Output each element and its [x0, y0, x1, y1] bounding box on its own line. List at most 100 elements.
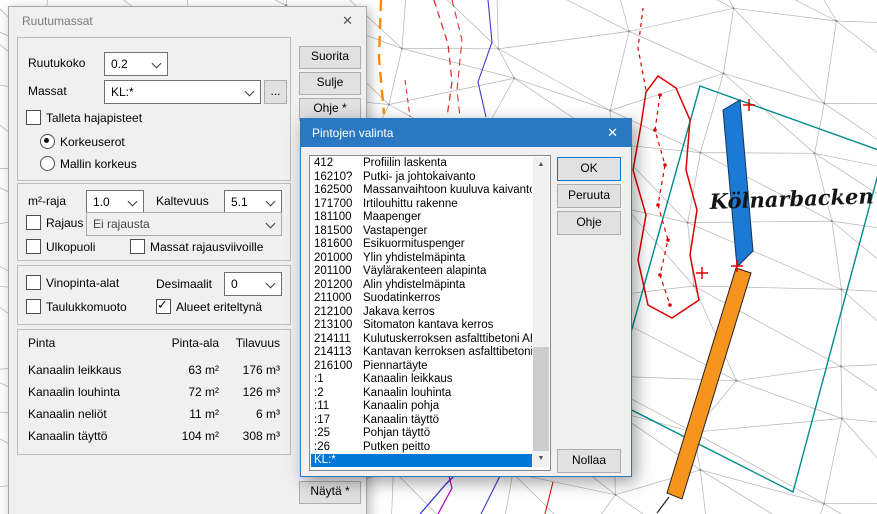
- table-cell: 308 m³: [243, 429, 280, 443]
- list-item-name: Alin yhdistelmäpinta: [363, 279, 465, 291]
- list-item[interactable]: 214113Kantavan kerroksen asfalttibetoni: [311, 346, 532, 360]
- list-item[interactable]: 181500Vastapenger: [311, 225, 532, 239]
- list-item-code: 212100: [314, 306, 363, 320]
- list-item-name: Kanaalin louhinta: [363, 387, 451, 399]
- list-item[interactable]: 201100Väylärakenteen alapinta: [311, 265, 532, 279]
- table-cell: 63 m²: [188, 363, 219, 377]
- kaltevuus-select[interactable]: 5.1: [224, 190, 282, 214]
- radio-label: Mallin korkeus: [60, 157, 137, 171]
- list-item[interactable]: KL:*: [311, 454, 532, 467]
- massat-select[interactable]: KL:*: [104, 80, 261, 104]
- list-item[interactable]: 212100Jakava kerros: [311, 306, 532, 320]
- scrollbar-thumb[interactable]: [533, 347, 549, 451]
- m2raja-select[interactable]: 1.0: [86, 190, 144, 214]
- list-item-name: Vastapenger: [363, 225, 427, 237]
- list-item-name: Esikuormituspenger: [363, 238, 465, 250]
- list-item-code: :26: [314, 441, 363, 455]
- kaltevuus-label: Kaltevuus: [156, 194, 209, 208]
- nayta-button[interactable]: Näytä *: [299, 481, 361, 504]
- vinopinta-alat-checkbox[interactable]: Vinopinta-alat: [26, 275, 119, 290]
- close-icon[interactable]: ✕: [607, 125, 618, 141]
- chevron-down-icon: [266, 197, 276, 207]
- list-item[interactable]: :17Kanaalin täyttö: [311, 414, 532, 428]
- rajaus-checkbox[interactable]: Rajaus: [26, 215, 83, 230]
- list-item[interactable]: 181600Esikuormituspenger: [311, 238, 532, 252]
- list-item[interactable]: 214111Kulutuskerroksen asfalttibetoni AB: [311, 333, 532, 347]
- ruutukoko-select[interactable]: 0.2: [104, 52, 168, 76]
- list-item[interactable]: 201200Alin yhdistelmäpinta: [311, 279, 532, 293]
- peruuta-button[interactable]: Peruuta: [557, 184, 621, 208]
- table-row: Kanaalin neliöt11 m²6 m³: [18, 404, 290, 426]
- list-item[interactable]: 216100Piennartäyte: [311, 360, 532, 374]
- list-item-code: 213100: [314, 319, 363, 333]
- list-item-name: Kantavan kerroksen asfalttibetoni: [363, 346, 532, 358]
- checkbox-label: Alueet eriteltynä: [176, 300, 262, 314]
- korkeuserot-radio[interactable]: Korkeuserot: [40, 134, 125, 149]
- red-centerline-nodes: [653, 93, 672, 307]
- list-item[interactable]: :1Kanaalin leikkaus: [311, 373, 532, 387]
- dialog-title: Pintojen valinta: [312, 126, 393, 140]
- list-item[interactable]: 201000Ylin yhdistelmäpinta: [311, 252, 532, 266]
- ulkopuoli-checkbox[interactable]: Ulkopuoli: [26, 239, 95, 254]
- list-item[interactable]: 162500Massanvaihtoon kuuluva kaivanto: [311, 184, 532, 198]
- desimaalit-value: 0: [231, 277, 238, 291]
- surface-listbox[interactable]: 412Profiilin laskenta16210?Putki- ja joh…: [309, 155, 551, 471]
- table-cell: Kanaalin neliöt: [28, 407, 107, 421]
- list-item[interactable]: 211000Suodatinkerros: [311, 292, 532, 306]
- talleta-hajapisteet-checkbox[interactable]: Talleta hajapisteet: [26, 110, 142, 125]
- checkbox-box: [26, 275, 41, 290]
- checkbox-label: Ulkopuoli: [46, 240, 95, 254]
- orange-dashed-line: [379, 0, 384, 114]
- list-item[interactable]: 181100Maapenger: [311, 211, 532, 225]
- radio-circle: [40, 134, 55, 149]
- list-item-name: Kanaalin leikkaus: [363, 373, 453, 385]
- pintojen-valinta-titlebar[interactable]: Pintojen valinta ✕: [301, 119, 631, 147]
- scroll-down-icon[interactable]: ▼: [533, 451, 549, 467]
- list-item[interactable]: :26Putken peitto: [311, 441, 532, 455]
- table-header: Pinta Pinta-ala Tilavuus: [18, 336, 290, 354]
- list-item[interactable]: 171700Irtilouhittu rakenne: [311, 198, 532, 212]
- table-row: Kanaalin täyttö104 m²308 m³: [18, 426, 290, 448]
- scrollbar[interactable]: ▲ ▼: [533, 157, 549, 467]
- list-item-code: 214113: [314, 346, 363, 360]
- rajaus-select[interactable]: Ei rajausta: [86, 212, 282, 236]
- nollaa-button[interactable]: Nollaa: [557, 449, 621, 473]
- massat-browse-button[interactable]: ...: [264, 80, 287, 104]
- chevron-down-icon: [245, 87, 255, 97]
- list-item-name: Maapenger: [363, 211, 421, 223]
- list-item[interactable]: :25Pohjan täyttö: [311, 427, 532, 441]
- desimaalit-select[interactable]: 0: [224, 272, 282, 296]
- list-item[interactable]: 213100Sitomaton kantava kerros: [311, 319, 532, 333]
- ok-button[interactable]: OK: [557, 157, 621, 181]
- ruutumassat-titlebar[interactable]: Ruutumassat ✕: [9, 7, 366, 35]
- list-item-code: 181100: [314, 211, 363, 225]
- table-cell: 104 m²: [182, 429, 219, 443]
- chevron-down-icon: [152, 59, 162, 69]
- taulukkomuoto-checkbox[interactable]: Taulukkomuoto: [26, 299, 127, 314]
- list-item-name: Profiilin laskenta: [363, 157, 447, 169]
- list-item[interactable]: 16210?Putki- ja johtokaivanto: [311, 171, 532, 185]
- ohje-button[interactable]: Ohje: [557, 211, 621, 235]
- list-item-name: Kulutuskerroksen asfalttibetoni AB: [363, 333, 532, 345]
- list-item[interactable]: 412Profiilin laskenta: [311, 157, 532, 171]
- sulje-button[interactable]: Sulje: [299, 72, 361, 95]
- table-row: Kanaalin louhinta72 m²126 m³: [18, 382, 290, 404]
- red-dashed-stub: [405, 80, 410, 117]
- list-item-code: 412: [314, 157, 363, 171]
- mallin-korkeus-radio[interactable]: Mallin korkeus: [40, 156, 137, 171]
- massat-rajausviivoille-checkbox[interactable]: Massat rajausviivoille: [130, 239, 263, 254]
- list-item[interactable]: :11Kanaalin pohja: [311, 400, 532, 414]
- list-item-code: 216100: [314, 360, 363, 374]
- list-item[interactable]: :2Kanaalin louhinta: [311, 387, 532, 401]
- scroll-up-icon[interactable]: ▲: [533, 157, 549, 173]
- alueet-eriteltyna-checkbox[interactable]: Alueet eriteltynä: [156, 299, 262, 314]
- group-options: Vinopinta-alat Desimaalit 0 Taulukkomuot…: [17, 265, 291, 325]
- suorita-button[interactable]: Suorita: [299, 46, 361, 69]
- close-icon[interactable]: ✕: [342, 13, 353, 29]
- list-item-code: 162500: [314, 184, 363, 198]
- list-item-code: :17: [314, 414, 363, 428]
- radio-label: Korkeuserot: [60, 135, 125, 149]
- list-item-code: 201100: [314, 265, 363, 279]
- list-item-code: 201000: [314, 252, 363, 266]
- massat-table-rows: Kanaalin leikkaus63 m²176 m³Kanaalin lou…: [18, 360, 290, 448]
